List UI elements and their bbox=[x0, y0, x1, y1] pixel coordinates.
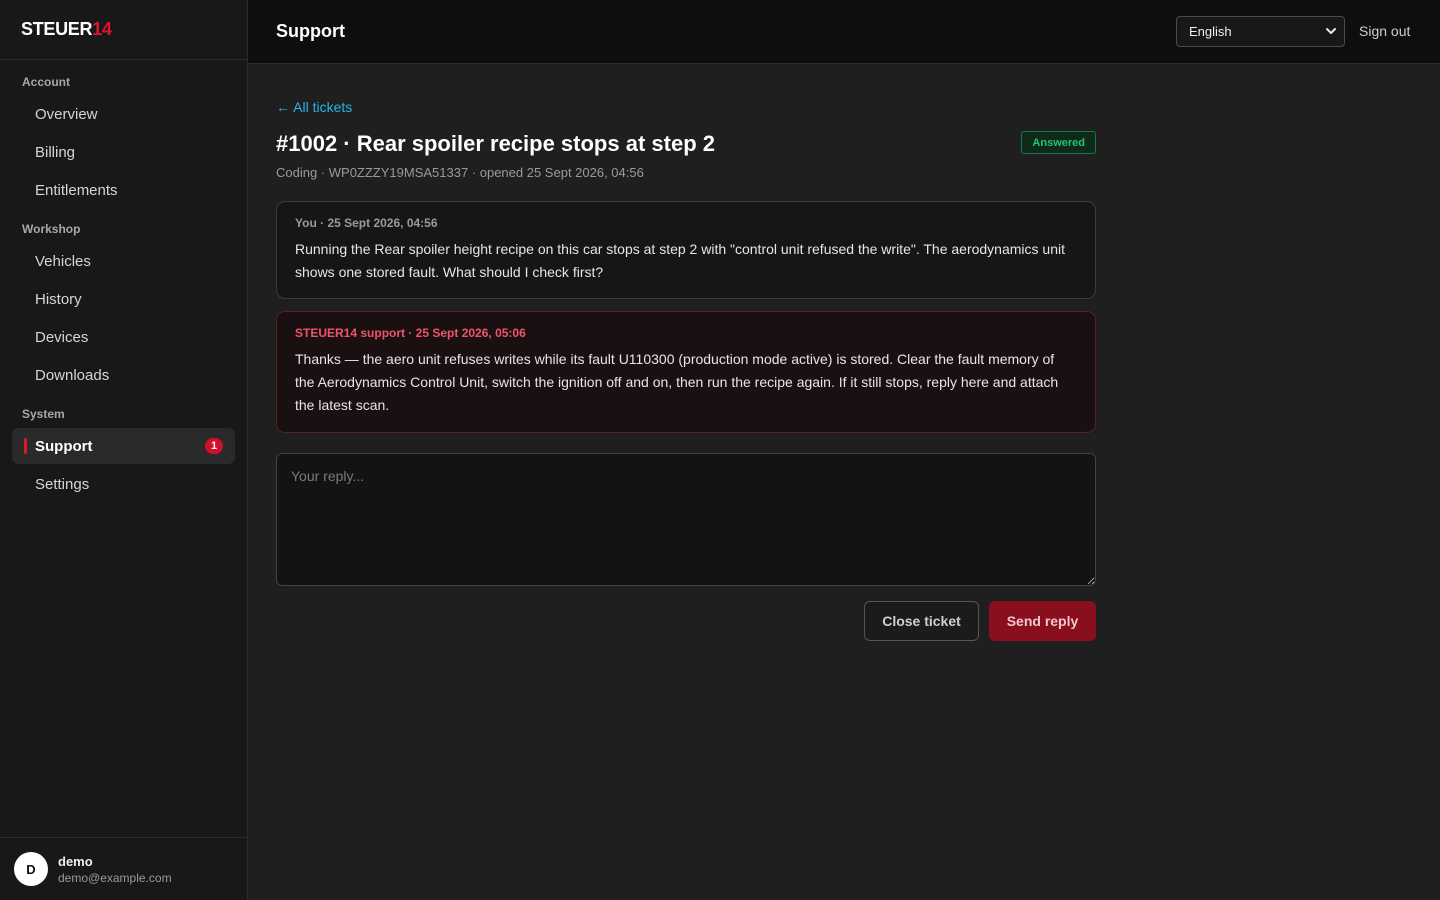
sidebar-item-downloads[interactable]: Downloads bbox=[12, 357, 235, 393]
language-select[interactable]: English bbox=[1176, 16, 1345, 47]
close-ticket-button[interactable]: Close ticket bbox=[864, 601, 979, 641]
send-reply-button[interactable]: Send reply bbox=[989, 601, 1096, 641]
language-select-value: English bbox=[1189, 24, 1232, 39]
sidebar-item-label: Billing bbox=[35, 143, 76, 161]
ticket-meta: Coding · WP0ZZZY19MSA51337 · opened 25 S… bbox=[276, 165, 644, 180]
top-bar: Support English Sign out bbox=[248, 0, 1440, 64]
sidebar-item-label: History bbox=[35, 290, 82, 308]
sidebar-item-vehicles[interactable]: Vehicles bbox=[12, 243, 235, 279]
section-label-workshop: Workshop bbox=[22, 222, 81, 236]
sidebar-item-overview[interactable]: Overview bbox=[12, 96, 235, 132]
sign-out-link[interactable]: Sign out bbox=[1359, 23, 1410, 39]
sidebar-item-billing[interactable]: Billing bbox=[12, 134, 235, 170]
status-badge: Answered bbox=[1021, 131, 1096, 154]
avatar: D bbox=[14, 852, 48, 886]
message-body: Running the Rear spoiler height recipe o… bbox=[295, 241, 1065, 280]
brand-name: STEUER bbox=[21, 19, 93, 39]
section-label-account: Account bbox=[22, 75, 70, 89]
message-user: You · 25 Sept 2026, 04:56 Running the Re… bbox=[276, 201, 1096, 299]
back-to-tickets-link[interactable]: ← All tickets bbox=[276, 99, 352, 115]
sidebar-item-history[interactable]: History bbox=[12, 281, 235, 317]
brand-logo[interactable]: STEUER 14 bbox=[0, 0, 247, 60]
message-author: You · 25 Sept 2026, 04:56 bbox=[295, 216, 438, 230]
sidebar-item-label: Entitlements bbox=[35, 181, 118, 199]
sidebar-item-label: Support bbox=[35, 437, 93, 455]
page-title: Support bbox=[276, 21, 345, 41]
sidebar-item-label: Overview bbox=[35, 105, 98, 123]
unread-count-badge: 1 bbox=[205, 438, 223, 454]
message-author: STEUER14 support · 25 Sept 2026, 05:06 bbox=[295, 326, 526, 340]
sidebar-item-label: Devices bbox=[35, 328, 89, 346]
sidebar-item-label: Vehicles bbox=[35, 252, 91, 270]
ticket-title: #1002 · Rear spoiler recipe stops at ste… bbox=[276, 131, 715, 156]
sidebar-item-label: Downloads bbox=[35, 366, 110, 384]
sidebar: STEUER 14 Account Overview Billing Entitl… bbox=[0, 0, 248, 900]
sidebar-item-devices[interactable]: Devices bbox=[12, 319, 235, 355]
reply-input[interactable] bbox=[276, 453, 1096, 586]
user-profile[interactable]: D demo demo@example.com bbox=[0, 837, 247, 900]
user-email: demo@example.com bbox=[58, 870, 172, 885]
sidebar-item-entitlements[interactable]: Entitlements bbox=[12, 172, 235, 208]
message-body: Thanks — the aero unit refuses writes wh… bbox=[295, 351, 1059, 413]
sidebar-item-settings[interactable]: Settings bbox=[12, 466, 235, 502]
sidebar-item-label: Settings bbox=[35, 475, 90, 493]
chevron-down-icon bbox=[1326, 28, 1336, 34]
sidebar-item-support[interactable]: Support 1 bbox=[12, 428, 235, 464]
brand-suffix: 14 bbox=[92, 19, 112, 39]
message-support: STEUER14 support · 25 Sept 2026, 05:06 T… bbox=[276, 311, 1096, 433]
section-label-system: System bbox=[22, 407, 65, 421]
user-name: demo bbox=[58, 853, 93, 869]
